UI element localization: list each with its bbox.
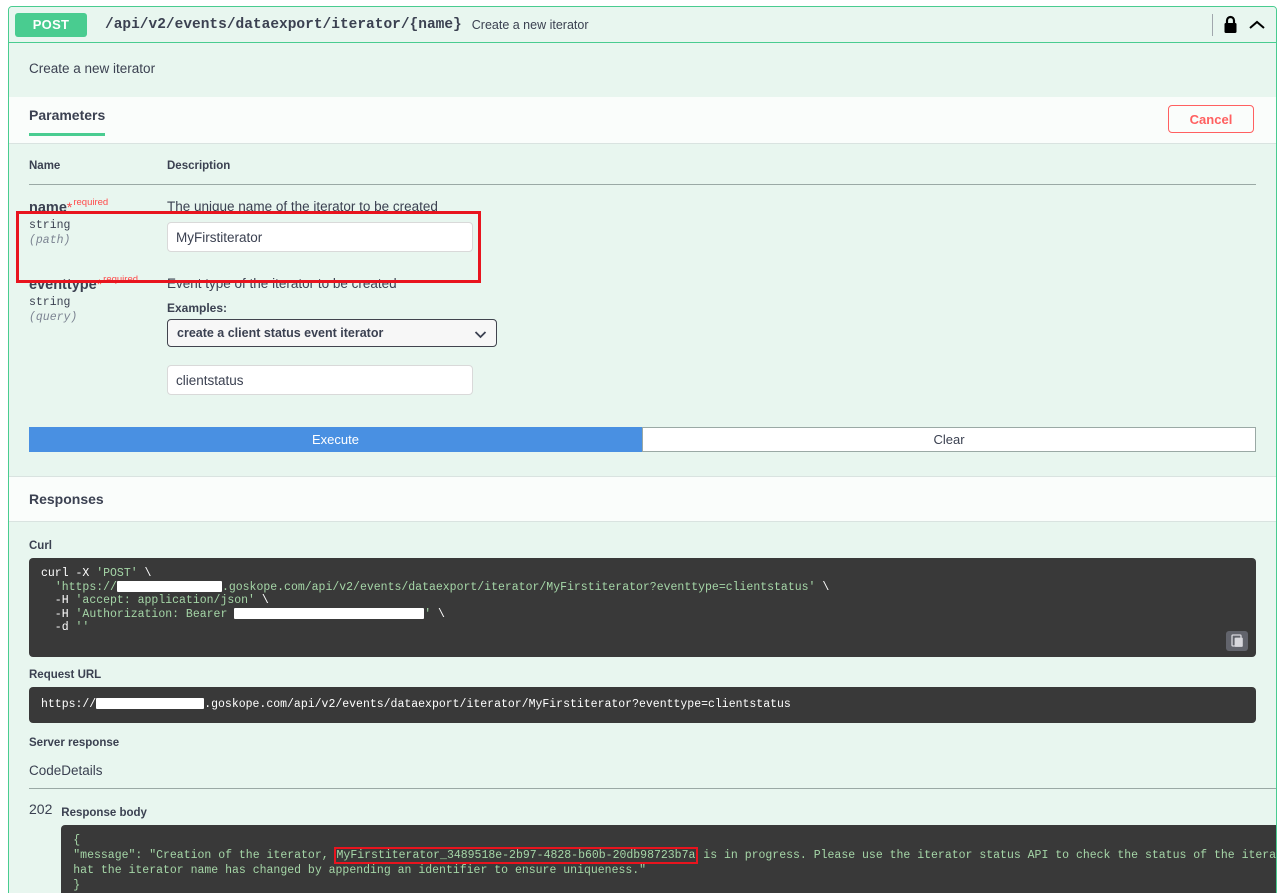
column-header-code: Code (29, 754, 62, 789)
param-description-eventtype: Event type of the iterator to be created (167, 276, 397, 291)
param-name-text: eventtype (29, 277, 97, 293)
chevron-down-icon (474, 327, 487, 343)
responses-area: Curl curl -X 'POST' \ 'https://.goskope.… (9, 522, 1276, 893)
param-in-name: (path) (29, 234, 71, 247)
column-header-name: Name (29, 144, 167, 185)
server-response-table-body: 202 Response body { "message": "Creation… (29, 788, 1277, 893)
required-star: * (66, 199, 73, 215)
copy-icon[interactable] (1226, 631, 1248, 651)
response-body-line2: hat the iterator name has changed by app… (73, 863, 647, 877)
response-body-label: Response body (61, 806, 147, 819)
redacted-token (234, 607, 425, 619)
clear-button[interactable]: Clear (642, 427, 1256, 452)
parameters-table-body: name*required string (path) The unique n… (29, 185, 1256, 406)
param-name-text: name (29, 200, 67, 216)
operation-summary-header[interactable]: POST /api/v2/events/dataexport/iterator/… (9, 7, 1276, 43)
response-body-text-pre: "message": "Creation of the iterator, (73, 848, 336, 862)
curl-url-post: .goskope.com/api/v2/events/dataexport/it… (221, 580, 816, 594)
param-label-name: name*required (29, 197, 167, 216)
responses-section-title: Responses (9, 476, 1276, 522)
vertical-divider (1212, 13, 1213, 36)
cancel-button[interactable]: Cancel (1168, 105, 1254, 133)
parameters-tab-row: Parameters Cancel (9, 97, 1276, 144)
request-url-post: .goskope.com/api/v2/events/dataexport/it… (204, 698, 791, 711)
request-url-label: Request URL (29, 669, 102, 681)
param-desc-cell-name: The unique name of the iterator to be cr… (167, 185, 1256, 263)
operation-description: Create a new iterator (9, 43, 1276, 97)
lock-icon[interactable] (1223, 15, 1238, 34)
param-description-name: The unique name of the iterator to be cr… (167, 199, 438, 214)
operation-path: /api/v2/events/dataexport/iterator/{name… (105, 16, 462, 33)
execute-row: Execute Clear (9, 405, 1276, 476)
server-response-header-row: Code Details (29, 754, 1276, 789)
redacted-tenant (116, 580, 222, 592)
chevron-up-icon[interactable] (1248, 19, 1266, 31)
param-name-cell-eventtype: eventtype*required string (query) (29, 262, 167, 405)
table-row: 202 Response body { "message": "Creation… (29, 788, 1277, 893)
param-label-eventtype: eventtype*required (29, 274, 167, 293)
response-body-close-brace: } (73, 878, 81, 892)
operation-summary-text: Create a new iterator (471, 17, 589, 32)
tab-parameters[interactable]: Parameters (29, 107, 106, 136)
param-name-cell-name: name*required string (path) (29, 185, 167, 263)
examples-label: Examples: (167, 301, 228, 315)
response-body-open-brace: { (73, 833, 81, 847)
parameters-table-head: Name Description (29, 144, 1256, 185)
column-header-description: Description (167, 144, 1256, 185)
curl-label: Curl (29, 540, 52, 552)
request-url-pre: https:// (41, 698, 97, 711)
required-label: required (73, 197, 109, 208)
operation-block: POST /api/v2/events/dataexport/iterator/… (8, 6, 1277, 893)
curl-accept-header: 'accept: application/json' (75, 594, 255, 607)
server-response-label: Server response (29, 736, 120, 749)
server-response-table-head: Code Details (29, 754, 1276, 789)
param-type-name: string (29, 219, 71, 232)
examples-selected-value: create a client status event iterator (177, 326, 384, 340)
curl-url-pre: 'https:// (54, 580, 117, 594)
parameters-table: Name Description name*required string (p… (29, 144, 1256, 405)
curl-method-literal: 'POST' (96, 567, 138, 580)
required-label: required (103, 274, 139, 285)
parameters-header-row: Name Description (29, 144, 1256, 185)
curl-code-block: curl -X 'POST' \ 'https://.goskope.com/a… (29, 558, 1256, 657)
response-body-block: { "message": "Creation of the iterator, … (61, 824, 1277, 893)
redacted-tenant-url (96, 698, 205, 710)
examples-dropdown[interactable]: create a client status event iterator (167, 319, 497, 347)
server-response-table: Code Details 202 Response body { "messag… (29, 754, 1277, 893)
response-body-iterator-name: MyFirstiterator_3489518e-2b97-4828-b60b-… (333, 846, 699, 864)
response-body-text-post: is in progress. Please use the iterator … (703, 848, 1277, 862)
table-row: name*required string (path) The unique n… (29, 185, 1256, 263)
parameters-area: Name Description name*required string (p… (9, 144, 1276, 405)
param-type-eventtype: string (29, 296, 71, 309)
response-details-cell: Response body { "message": "Creation of … (61, 788, 1277, 893)
column-header-details: Details (61, 754, 1276, 789)
name-input[interactable] (167, 222, 473, 252)
eventtype-input[interactable] (167, 365, 473, 395)
status-code: 202 (29, 800, 53, 817)
execute-button[interactable]: Execute (29, 427, 642, 452)
summary-right-controls (1212, 13, 1276, 36)
curl-data-literal: '' (75, 621, 90, 634)
curl-line-1: curl -X (41, 567, 97, 580)
param-in-eventtype: (query) (29, 311, 78, 324)
swagger-ui-page: POST /api/v2/events/dataexport/iterator/… (0, 0, 1285, 893)
request-url-block: https:// .goskope.com/api/v2/events/datae… (29, 687, 1256, 723)
required-star: * (96, 276, 103, 292)
curl-auth-header-pre: 'Authorization: Bearer (75, 607, 235, 621)
table-row: eventtype*required string (query) Event … (29, 262, 1256, 405)
response-code-cell: 202 (29, 788, 61, 893)
param-desc-cell-eventtype: Event type of the iterator to be created… (167, 262, 1256, 405)
http-method-badge: POST (15, 12, 87, 37)
